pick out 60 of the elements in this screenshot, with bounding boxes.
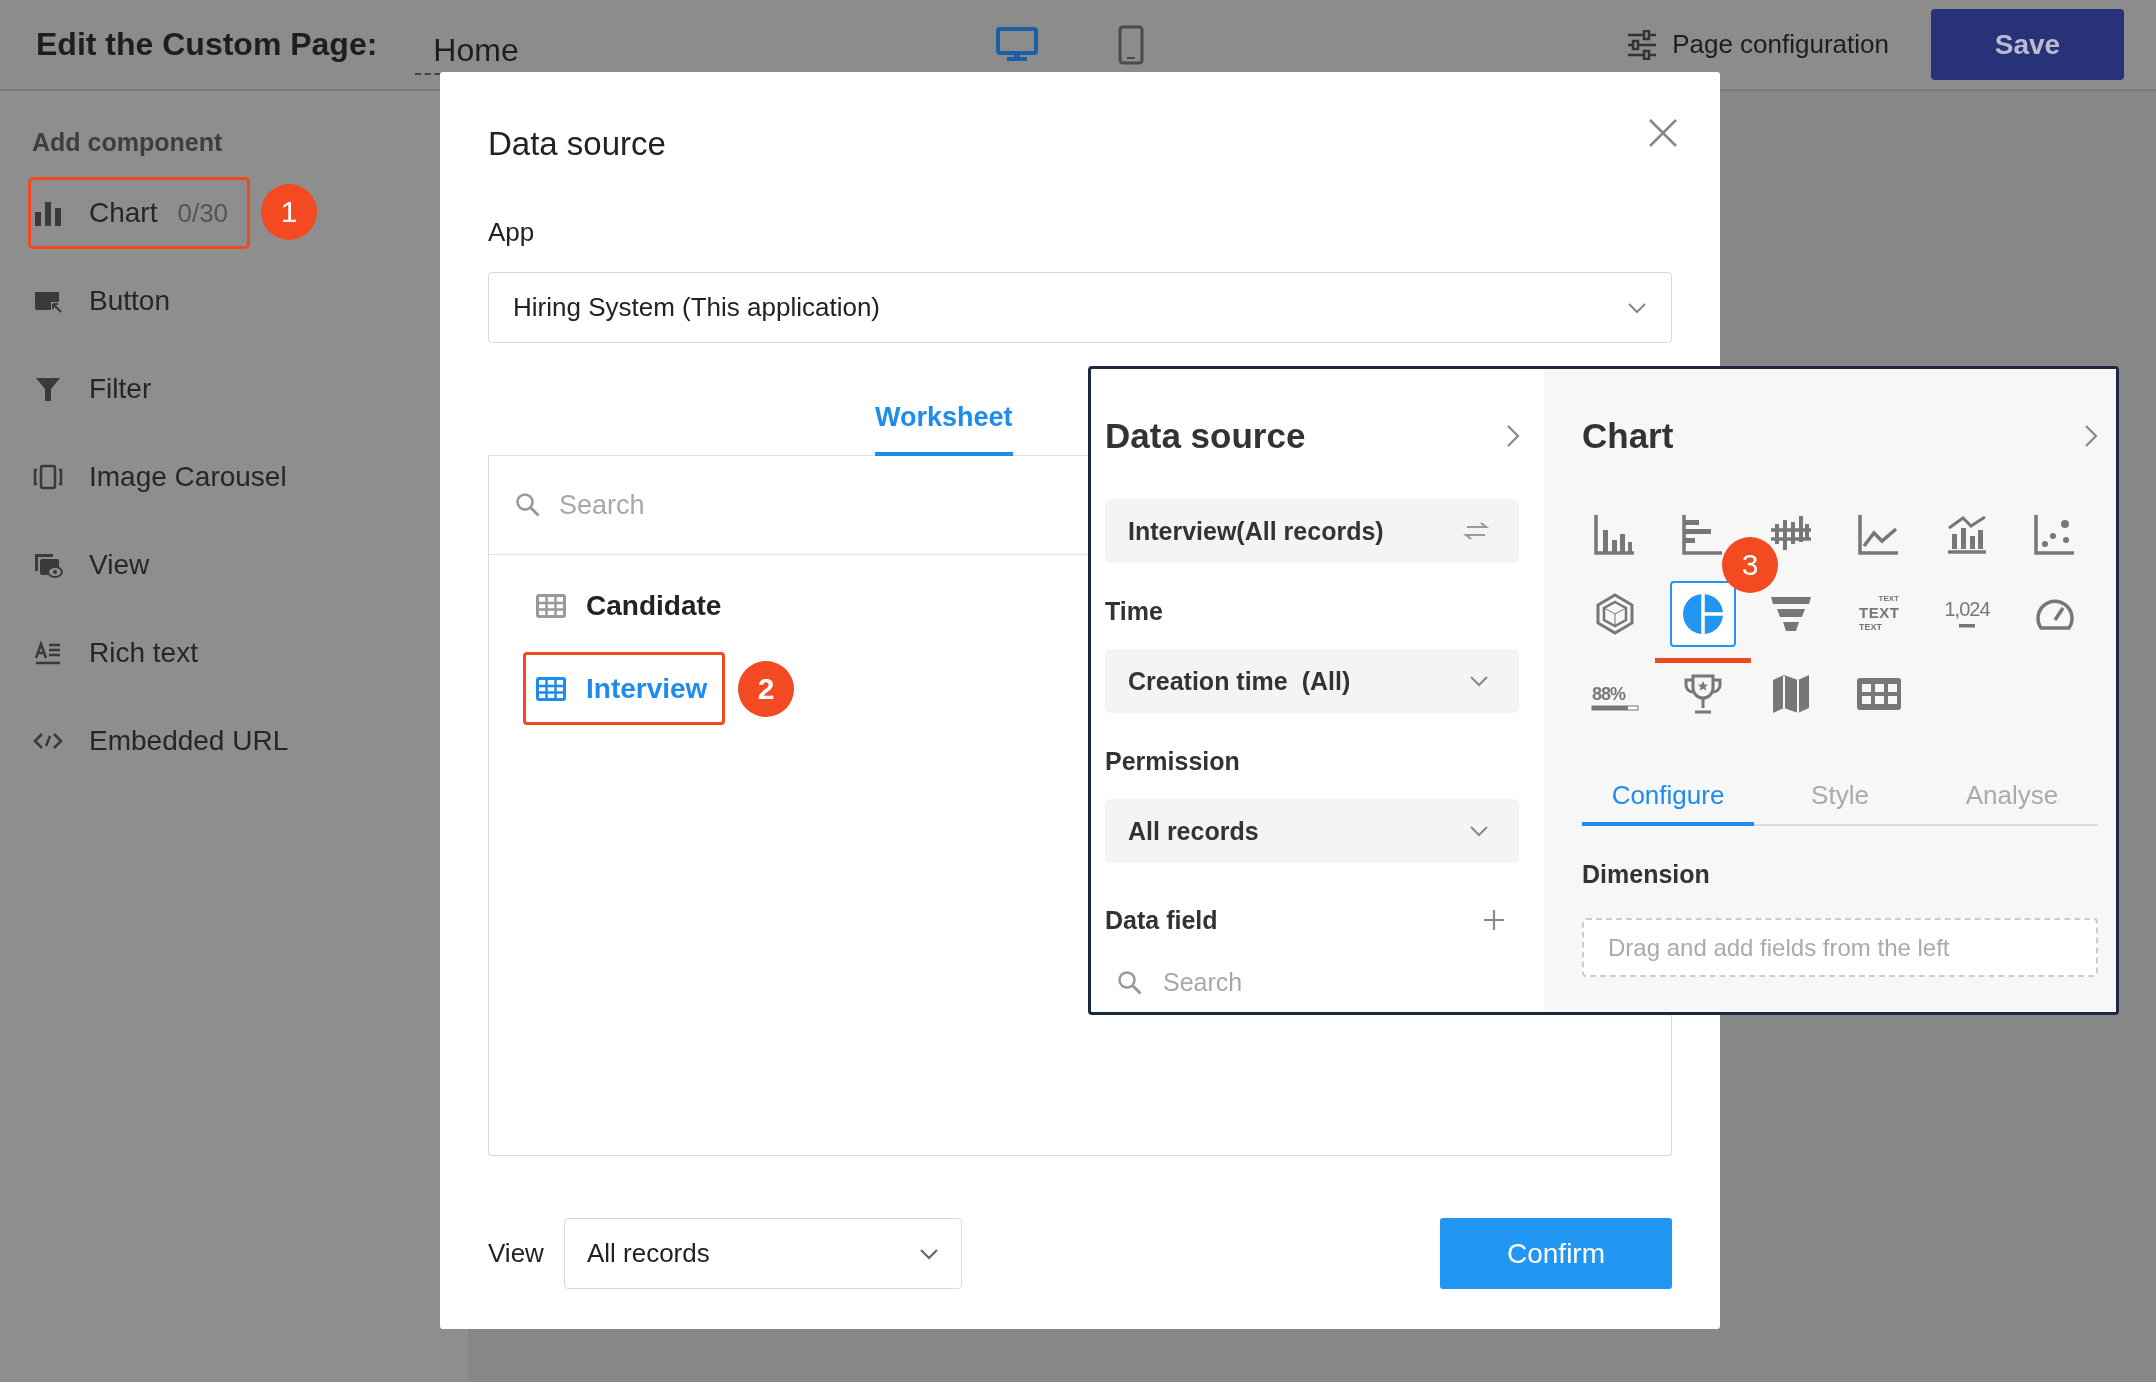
time-label: Time — [1105, 596, 1164, 627]
scatter-chart-icon — [2033, 512, 2077, 556]
permission-select[interactable]: All records — [1105, 799, 1519, 863]
chart-type-button[interactable] — [1670, 581, 1736, 647]
save-button[interactable]: Save — [1931, 9, 2124, 80]
chevron-down-icon — [1627, 301, 1647, 314]
search-icon — [1117, 969, 1143, 996]
component-item[interactable]: Filter — [28, 353, 250, 425]
app-label: App — [488, 216, 536, 248]
time-select[interactable]: Creation time (All) — [1105, 649, 1519, 713]
chevron-right-icon[interactable] — [2084, 424, 2098, 448]
dialog-title: Data source — [488, 124, 666, 164]
chevron-down-icon — [1469, 675, 1489, 687]
data-source-select[interactable]: Interview(All records) — [1105, 499, 1519, 563]
app-select[interactable]: Hiring System (This application) — [488, 272, 1672, 343]
chart-type-button[interactable]: 88% — [1582, 661, 1648, 727]
page-configuration-button[interactable]: Page configuration — [1626, 29, 1889, 60]
panel-title: Chart — [1582, 416, 1674, 456]
line-chart-icon — [1857, 512, 1901, 556]
component-item[interactable]: Button — [28, 265, 250, 337]
permission-label: Permission — [1105, 746, 1241, 777]
chevron-right-icon[interactable] — [1506, 424, 1520, 448]
panel-title: Data source — [1105, 416, 1306, 456]
view-label: View — [488, 1238, 544, 1269]
component-count: 0/30 — [177, 197, 229, 229]
data-field-label: Data field — [1105, 905, 1218, 936]
pie-chart-icon — [1681, 592, 1725, 636]
chevron-down-icon — [918, 1247, 939, 1260]
horizontal-bar-chart-icon — [1681, 512, 1725, 556]
step-badge: 3 — [1722, 537, 1778, 593]
word-cloud-icon: TEXT TEXT TEXT — [1857, 592, 1901, 636]
chart-type-button[interactable]: TEXT TEXT TEXT — [1846, 581, 1912, 647]
worksheet-item[interactable]: Candidate — [523, 569, 725, 642]
column-chart-icon — [1593, 512, 1637, 556]
settings-tab[interactable]: Configure — [1582, 768, 1754, 826]
page-title: Edit the Custom Page: — [36, 26, 378, 63]
close-icon[interactable] — [1648, 118, 1678, 148]
component-item[interactable]: Rich text — [28, 617, 250, 689]
field-search-field[interactable]: Search — [1161, 967, 1365, 998]
search-icon — [515, 492, 541, 518]
component-item[interactable]: Embedded URL — [28, 705, 292, 777]
carousel-icon — [33, 462, 63, 492]
table-icon — [536, 676, 566, 701]
sidebar-heading: Add component — [32, 127, 224, 158]
component-item[interactable]: View — [28, 529, 250, 601]
sliders-icon — [1626, 29, 1659, 60]
chevron-down-icon — [1469, 825, 1489, 837]
swap-icon[interactable] — [1463, 521, 1489, 541]
component-item[interactable]: Image Carousel — [28, 441, 290, 513]
table-icon — [536, 593, 566, 618]
step-badge: 1 — [261, 184, 317, 240]
mobile-phone-icon[interactable] — [1118, 24, 1144, 65]
view-select[interactable]: All records — [563, 1218, 962, 1289]
dimension-label: Dimension — [1582, 859, 1711, 890]
plus-icon[interactable] — [1483, 909, 1505, 931]
confirm-button[interactable]: Confirm — [1440, 1218, 1672, 1289]
step-badge: 2 — [738, 661, 794, 717]
worksheet-tab[interactable]: Worksheet — [875, 373, 1013, 456]
chart-type-button[interactable]: 1,024 — [1934, 581, 2000, 647]
dimension-drop-field[interactable]: Drag and add fields from the left — [1582, 918, 2098, 977]
